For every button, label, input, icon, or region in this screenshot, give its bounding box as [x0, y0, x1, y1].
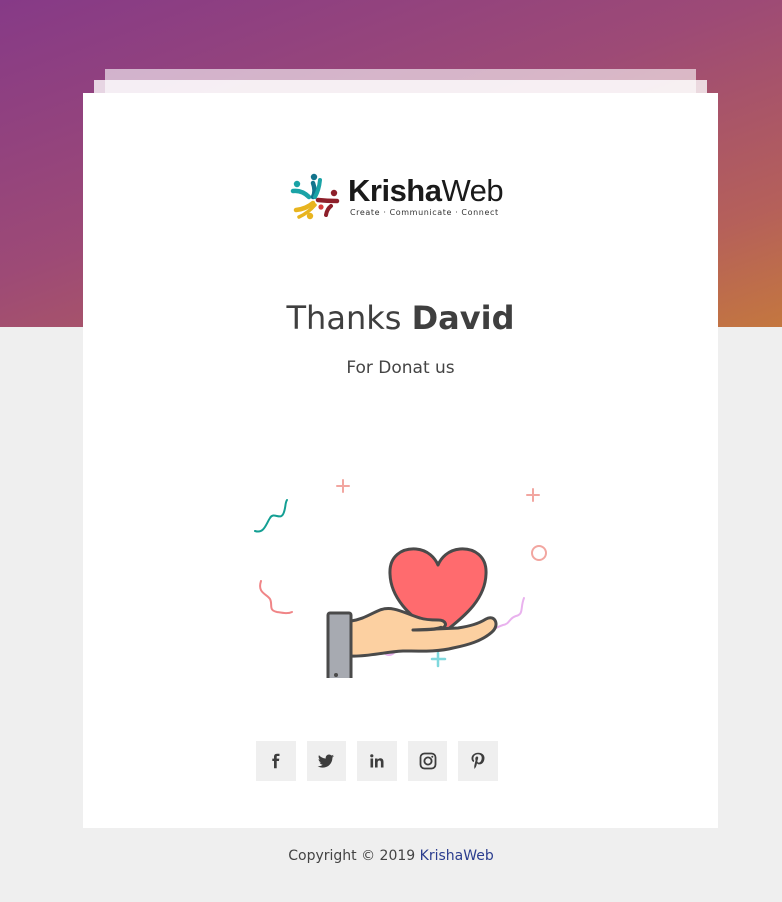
confetti-plus-icon — [336, 479, 350, 493]
confetti-squiggle-icon — [259, 580, 293, 615]
confetti-plus-icon — [430, 651, 447, 668]
facebook-icon — [272, 753, 280, 769]
pinterest-button[interactable] — [458, 741, 498, 781]
confetti-plus-icon — [526, 488, 540, 502]
twitter-icon — [317, 754, 335, 768]
email-card: KrishaWeb Create · Communicate · Connect… — [83, 93, 718, 828]
logo-word-web: Web — [441, 173, 504, 208]
linkedin-button[interactable] — [357, 741, 397, 781]
thanks-headline: Thanks David — [83, 298, 718, 338]
logo-tagline: Create · Communicate · Connect — [350, 208, 499, 217]
logo-wordmark: KrishaWeb — [348, 173, 504, 208]
pinterest-icon — [471, 752, 485, 769]
confetti-circle-icon — [531, 545, 547, 561]
social-links — [256, 741, 498, 781]
facebook-button[interactable] — [256, 741, 296, 781]
instagram-icon — [419, 752, 436, 770]
krishaweb-logo[interactable]: KrishaWeb Create · Communicate · Connect — [289, 171, 511, 227]
twitter-button[interactable] — [306, 741, 347, 781]
confetti-squiggle-icon — [254, 499, 288, 533]
thanks-prefix: Thanks — [286, 299, 402, 337]
logo-word-krisha: Krisha — [348, 173, 442, 208]
heart-in-hand-icon — [254, 479, 547, 678]
instagram-button[interactable] — [407, 741, 448, 781]
thanks-message: For Donat us — [346, 358, 455, 378]
copyright-footer: Copyright © 2019 KrishaWeb — [0, 846, 782, 866]
krishaweb-logo-mark-icon — [290, 173, 340, 220]
donor-name: David — [411, 299, 515, 337]
krishaweb-link[interactable]: KrishaWeb — [420, 848, 494, 864]
copyright-text: Copyright © 2019 — [288, 848, 416, 864]
sleeve-cuff-icon — [326, 611, 353, 678]
linkedin-icon — [370, 754, 384, 768]
cuff-button-icon — [334, 673, 338, 677]
